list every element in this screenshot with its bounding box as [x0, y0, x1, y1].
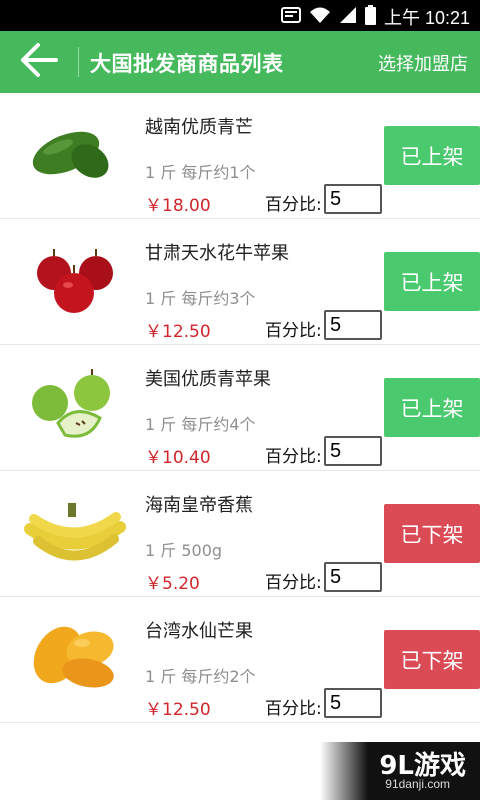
- percent-input[interactable]: [324, 436, 382, 466]
- percent-label: 百分比:: [265, 573, 322, 593]
- notification-icon: [280, 6, 301, 29]
- select-store-button[interactable]: 选择加盟店: [378, 50, 468, 76]
- product-name: 美国优质青苹果: [145, 369, 271, 390]
- product-price: ￥5.20: [145, 574, 200, 594]
- product-name: 海南皇帝香蕉: [145, 495, 253, 516]
- product-name: 台湾水仙芒果: [145, 621, 253, 642]
- listing-status-button[interactable]: 已下架: [384, 630, 480, 689]
- status-bar: 上午 10:21: [0, 0, 480, 31]
- product-price: ￥18.00: [145, 196, 211, 216]
- app-bar: 大国批发商商品列表 选择加盟店: [0, 31, 480, 93]
- product-row[interactable]: 台湾水仙芒果 1 斤 每斤约2个 ￥12.50 百分比: 已下架: [0, 597, 480, 723]
- watermark-site: 91danji.com: [385, 777, 450, 791]
- product-row[interactable]: 海南皇帝香蕉 1 斤 500g ￥5.20 百分比: 已下架: [0, 471, 480, 597]
- percent-input[interactable]: [324, 310, 382, 340]
- product-price: ￥12.50: [145, 700, 211, 720]
- product-unit: 1 斤 每斤约1个: [145, 163, 256, 182]
- appbar-divider: [78, 47, 79, 77]
- product-image-green-mango: [20, 111, 130, 193]
- site-watermark: 9L游戏 91danji.com: [320, 742, 480, 800]
- battery-icon: [364, 4, 376, 30]
- listing-status-button[interactable]: 已上架: [384, 252, 480, 311]
- percent-label: 百分比:: [265, 699, 322, 719]
- product-image-yellow-mangoes: [20, 615, 130, 697]
- product-row[interactable]: 甘肃天水花牛苹果 1 斤 每斤约3个 ￥12.50 百分比: 已上架: [0, 219, 480, 345]
- product-row[interactable]: 美国优质青苹果 1 斤 每斤约4个 ￥10.40 百分比: 已上架: [0, 345, 480, 471]
- arrow-left-icon: [19, 43, 59, 81]
- status-icons: 上午 10:21: [280, 4, 470, 30]
- back-button[interactable]: [14, 41, 64, 83]
- percent-input[interactable]: [324, 688, 382, 718]
- product-unit: 1 斤 500g: [145, 541, 223, 560]
- listing-status-button[interactable]: 已上架: [384, 126, 480, 185]
- signal-icon: [339, 6, 357, 29]
- percent-label: 百分比:: [265, 447, 322, 467]
- wifi-icon: [309, 6, 331, 29]
- product-price: ￥12.50: [145, 322, 211, 342]
- product-image-green-apples: [20, 363, 130, 445]
- product-unit: 1 斤 每斤约4个: [145, 415, 256, 434]
- percent-label: 百分比:: [265, 321, 322, 341]
- product-name: 甘肃天水花牛苹果: [145, 243, 289, 264]
- listing-status-button[interactable]: 已下架: [384, 504, 480, 563]
- product-unit: 1 斤 每斤约3个: [145, 289, 256, 308]
- status-time: 上午 10:21: [383, 8, 470, 28]
- listing-status-button[interactable]: 已上架: [384, 378, 480, 437]
- product-price: ￥10.40: [145, 448, 211, 468]
- product-name: 越南优质青芒: [145, 117, 253, 138]
- product-image-bananas: [20, 489, 130, 571]
- percent-input[interactable]: [324, 562, 382, 592]
- product-image-red-apples: [20, 237, 130, 319]
- page-title: 大国批发商商品列表: [90, 52, 284, 76]
- percent-label: 百分比:: [265, 195, 322, 215]
- product-unit: 1 斤 每斤约2个: [145, 667, 256, 686]
- product-row[interactable]: 越南优质青芒 1 斤 每斤约1个 ￥18.00 百分比: 已上架: [0, 93, 480, 219]
- percent-input[interactable]: [324, 184, 382, 214]
- product-list: 越南优质青芒 1 斤 每斤约1个 ￥18.00 百分比: 已上架 甘肃天水花牛苹…: [0, 93, 480, 723]
